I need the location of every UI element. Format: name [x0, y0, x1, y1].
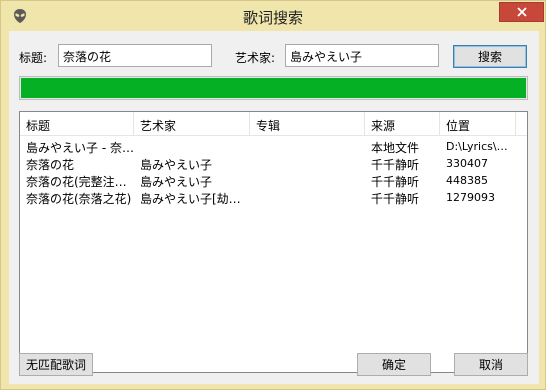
row-title: 奈落の花 [26, 158, 75, 172]
window-title: 歌词搜索 [242, 9, 303, 27]
cancel-button[interactable]: 取消 [454, 353, 528, 376]
row-artist [134, 139, 250, 155]
row-source: 千千静听 [371, 192, 420, 206]
row-location: 1279093 [446, 191, 495, 204]
artist-label: 艺术家: [235, 51, 276, 65]
row-location: 330407 [446, 157, 488, 170]
title-bar[interactable]: 歌词搜索 [1, 1, 545, 31]
search-button[interactable]: 搜索 [453, 45, 527, 68]
lyrics-search-window: 歌词搜索 标题: 奈落の花 艺术家: 島みやえい子 搜索 标题 艺术家 专辑 来… [0, 0, 546, 390]
row-title: 島みやえい子 - 奈… [26, 141, 134, 155]
table-row[interactable]: 島みやえい子 - 奈… 本地文件 D:\Lyrics\… [20, 138, 527, 155]
artist-input[interactable]: 島みやえい子 [285, 44, 439, 67]
table-row[interactable]: 奈落の花 島みやえい子 千千静听 330407 [20, 155, 527, 172]
row-album [250, 173, 365, 189]
column-header-source[interactable]: 来源 [365, 112, 440, 136]
row-album [250, 156, 365, 172]
row-artist: 島みやえい子[劫… [140, 192, 241, 206]
row-location: D:\Lyrics\… [446, 140, 508, 153]
row-artist: 島みやえい子 [140, 158, 213, 172]
title-label: 标题: [19, 51, 48, 65]
row-album [250, 190, 365, 206]
row-location: 448385 [446, 174, 488, 187]
row-title: 奈落の花(完整注… [26, 175, 127, 189]
dialog-body: 标题: 奈落の花 艺术家: 島みやえい子 搜索 标题 艺术家 专辑 来源 位置 … [9, 31, 539, 384]
table-row[interactable]: 奈落の花(奈落之花) 島みやえい子[劫… 千千静听 1279093 [20, 189, 527, 206]
row-source: 千千静听 [371, 175, 420, 189]
ok-button[interactable]: 确定 [357, 353, 431, 376]
table-row[interactable]: 奈落の花(完整注… 島みやえい子 千千静听 448385 [20, 172, 527, 189]
close-icon [516, 7, 527, 17]
row-artist: 島みやえい子 [140, 175, 213, 189]
row-album [250, 139, 365, 155]
column-header-album[interactable]: 专辑 [250, 112, 365, 136]
column-header-title[interactable]: 标题 [20, 112, 134, 136]
row-source: 本地文件 [371, 141, 420, 155]
row-title: 奈落の花(奈落之花) [26, 192, 132, 206]
row-source: 千千静听 [371, 158, 420, 172]
results-rows: 島みやえい子 - 奈… 本地文件 D:\Lyrics\… 奈落の花 島みやえい子… [20, 138, 527, 206]
column-header-location[interactable]: 位置 [440, 112, 516, 136]
results-header: 标题 艺术家 专辑 来源 位置 [20, 112, 527, 136]
results-list[interactable]: 标题 艺术家 专辑 来源 位置 島みやえい子 - 奈… 本地文件 D:\Lyri… [19, 111, 528, 373]
progress-fill [21, 78, 526, 98]
no-match-lyrics-button[interactable]: 无匹配歌词 [19, 353, 93, 376]
close-button[interactable] [499, 2, 544, 22]
search-progress-bar [19, 76, 528, 100]
title-input[interactable]: 奈落の花 [58, 44, 212, 67]
column-header-artist[interactable]: 艺术家 [134, 112, 250, 136]
